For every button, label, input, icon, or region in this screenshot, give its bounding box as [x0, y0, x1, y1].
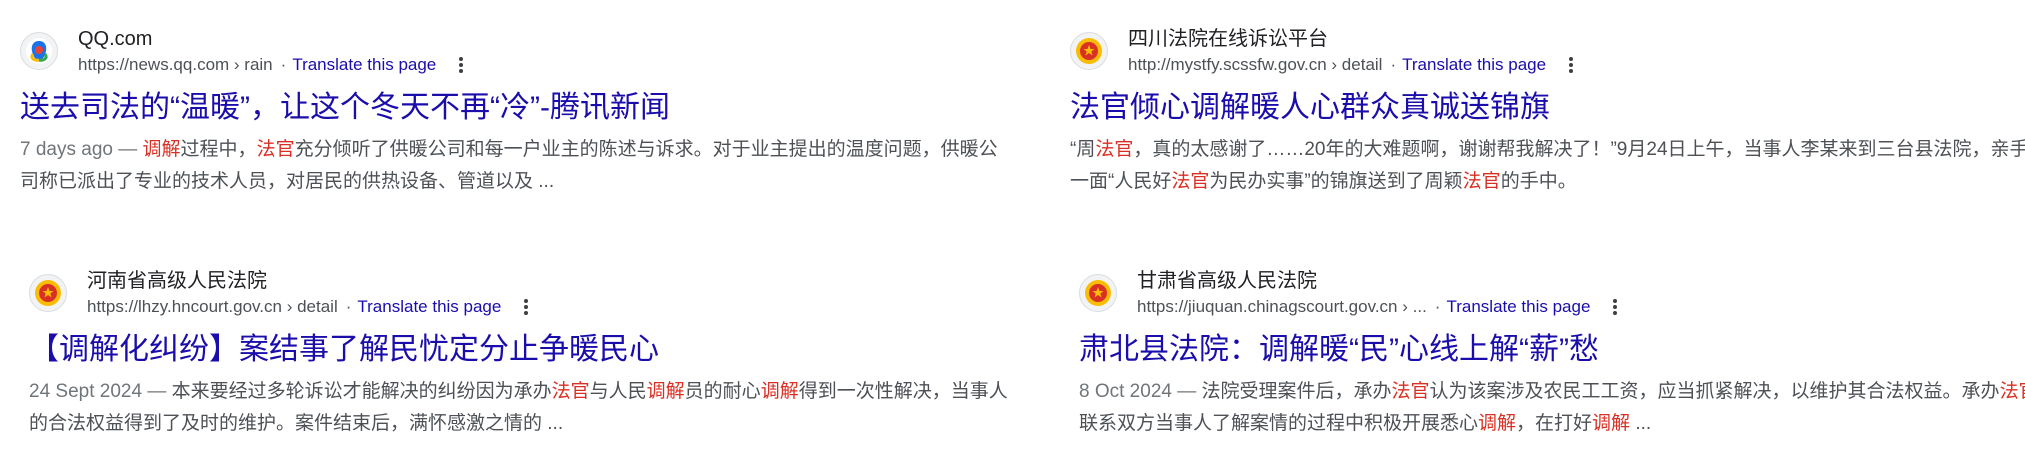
- more-options-icon[interactable]: [456, 57, 466, 73]
- snippet-text: 的手中。: [1500, 171, 1577, 192]
- court-emblem-icon: [1079, 274, 1117, 312]
- highlighted-keyword: 法官: [1462, 171, 1501, 192]
- result-url: http://mystfy.scssfw.gov.cn › detail: [1128, 55, 1383, 74]
- highlighted-keyword: 法官: [551, 381, 590, 402]
- highlighted-keyword: 调解: [1592, 413, 1631, 434]
- result-url: https://news.qq.com › rain: [78, 55, 273, 74]
- more-options-icon[interactable]: [1566, 57, 1576, 73]
- snippet-text: 为民办实事”的锦旗送到了周颖: [1209, 171, 1463, 192]
- site-name: QQ.com: [78, 28, 153, 50]
- more-options-icon[interactable]: [521, 299, 531, 315]
- highlighted-keyword: 法官: [1999, 381, 2025, 402]
- result-source[interactable]: QQ.com https://news.qq.com › rain · Tran…: [20, 26, 1000, 78]
- result-date: 8 Oct 2024 —: [1079, 381, 1202, 402]
- result-source[interactable]: 四川法院在线诉讼平台 http://mystfy.scssfw.gov.cn ›…: [1070, 26, 2025, 78]
- translate-link[interactable]: Translate this page: [1446, 294, 1590, 320]
- result-title[interactable]: 【调解化纠纷】案结事了解民忧定分止争暖民心: [29, 330, 1009, 370]
- result-url: https://lhzy.hncourt.gov.cn › detail: [87, 297, 338, 316]
- more-options-icon[interactable]: [1610, 299, 1620, 315]
- result-snippet: 8 Oct 2024 — 法院受理案件后，承办法官认为该案涉及农民工工资，应当抓…: [1079, 376, 2025, 440]
- highlighted-keyword: 法官: [1391, 381, 1430, 402]
- snippet-text: 法院受理案件后，承办: [1201, 381, 1392, 402]
- result-title[interactable]: 肃北县法院：调解暖“民”心线上解“薪”愁: [1079, 330, 2025, 370]
- result-source[interactable]: 甘肃省高级人民法院 https://jiuquan.chinagscourt.g…: [1079, 268, 2025, 320]
- result-title[interactable]: 法官倾心调解暖人心群众真诚送锦旗: [1070, 88, 2025, 128]
- result-title[interactable]: 送去司法的“温暖”，让这个冬天不再“冷”-腾讯新闻: [20, 88, 1000, 128]
- snippet-text: 与人民: [589, 381, 647, 402]
- snippet-text: 本来要经过多轮诉讼才能解决的纠纷因为承办: [171, 381, 552, 402]
- highlighted-keyword: 调解: [760, 381, 799, 402]
- site-name: 河南省高级人民法院: [87, 270, 267, 292]
- qq-logo-icon: [20, 32, 58, 70]
- result-date: 7 days ago —: [20, 139, 143, 160]
- search-result: 四川法院在线诉讼平台 http://mystfy.scssfw.gov.cn ›…: [1070, 26, 2025, 198]
- translate-link[interactable]: Translate this page: [292, 52, 436, 78]
- highlighted-keyword: 调解: [142, 139, 181, 160]
- translate-link[interactable]: Translate this page: [357, 294, 501, 320]
- result-url: https://jiuquan.chinagscourt.gov.cn › ..…: [1137, 297, 1427, 316]
- highlighted-keyword: 法官: [1171, 171, 1210, 192]
- court-emblem-icon: [29, 274, 67, 312]
- search-result: 甘肃省高级人民法院 https://jiuquan.chinagscourt.g…: [1079, 268, 2025, 440]
- search-result: 河南省高级人民法院 https://lhzy.hncourt.gov.cn › …: [29, 268, 1009, 440]
- highlighted-keyword: 调解: [646, 381, 685, 402]
- highlighted-keyword: 法官: [1095, 139, 1134, 160]
- snippet-text: ，在打好: [1516, 413, 1593, 434]
- translate-link[interactable]: Translate this page: [1402, 52, 1546, 78]
- result-source[interactable]: 河南省高级人民法院 https://lhzy.hncourt.gov.cn › …: [29, 268, 1009, 320]
- highlighted-keyword: 调解: [1478, 413, 1517, 434]
- search-result: QQ.com https://news.qq.com › rain · Tran…: [20, 26, 1000, 198]
- result-date: 24 Sept 2024 —: [29, 381, 172, 402]
- site-name: 甘肃省高级人民法院: [1137, 270, 1317, 292]
- result-snippet: 24 Sept 2024 — 本来要经过多轮诉讼才能解决的纠纷因为承办法官与人民…: [29, 376, 1009, 440]
- highlighted-keyword: 法官: [256, 139, 295, 160]
- court-emblem-icon: [1070, 32, 1108, 70]
- result-snippet: “周法官，真的太感谢了……20年的大难题啊，谢谢帮我解决了！”9月24日上午，当…: [1070, 134, 2025, 198]
- result-snippet: 7 days ago — 调解过程中，法官充分倾听了供暖公司和每一户业主的陈述与…: [20, 134, 1000, 198]
- snippet-text: ...: [1630, 413, 1652, 434]
- snippet-text: “周: [1070, 139, 1096, 160]
- site-name: 四川法院在线诉讼平台: [1128, 28, 1328, 50]
- snippet-text: 员的耐心: [684, 381, 761, 402]
- snippet-text: 认为该案涉及农民工工资，应当抓紧解决，以维护其合法权益。承办: [1429, 381, 2000, 402]
- snippet-text: 过程中，: [180, 139, 257, 160]
